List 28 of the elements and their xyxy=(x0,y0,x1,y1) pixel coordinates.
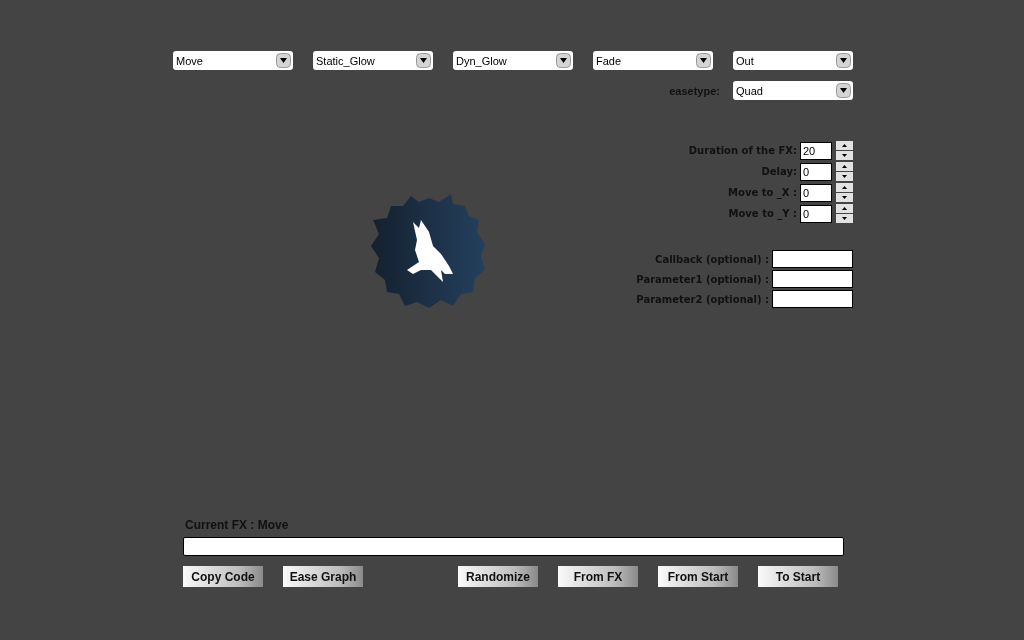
text-field[interactable] xyxy=(772,290,853,308)
text-field[interactable] xyxy=(772,270,853,288)
number-field[interactable]: 0 xyxy=(800,183,832,202)
text-field[interactable] xyxy=(772,250,853,268)
step-down-icon[interactable] xyxy=(836,172,853,181)
step-up-icon[interactable] xyxy=(836,141,853,150)
dropdown[interactable]: Fade xyxy=(593,51,713,70)
step-up-icon[interactable] xyxy=(836,162,853,171)
action-button[interactable]: From Start xyxy=(658,566,738,587)
step-up-icon[interactable] xyxy=(836,183,853,192)
action-button[interactable]: Randomize xyxy=(458,566,538,587)
action-button[interactable]: Ease Graph xyxy=(283,566,363,587)
action-button[interactable]: To Start xyxy=(758,566,838,587)
step-down-icon[interactable] xyxy=(836,193,853,202)
dropdown[interactable]: Move xyxy=(173,51,293,70)
dropdown[interactable]: Out xyxy=(733,51,853,70)
step-down-icon[interactable] xyxy=(836,214,853,223)
easetype-dropdown[interactable]: Quad xyxy=(733,81,853,100)
action-button[interactable]: Copy Code xyxy=(183,566,263,587)
code-field[interactable] xyxy=(183,537,844,556)
step-down-icon[interactable] xyxy=(836,151,853,160)
dropdown[interactable]: Static_Glow xyxy=(313,51,433,70)
dropdown[interactable]: Dyn_Glow xyxy=(453,51,573,70)
action-button[interactable]: From FX xyxy=(558,566,638,587)
number-field[interactable]: 20 xyxy=(800,141,832,160)
number-field[interactable]: 0 xyxy=(800,162,832,181)
number-field[interactable]: 0 xyxy=(800,204,832,223)
step-up-icon[interactable] xyxy=(836,204,853,213)
